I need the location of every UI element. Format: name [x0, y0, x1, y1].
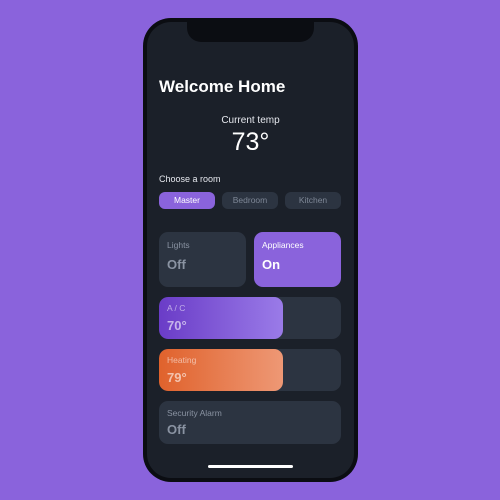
tab-master[interactable]: Master	[159, 192, 215, 209]
room-chooser-label: Choose a room	[159, 174, 221, 184]
lights-card[interactable]: Lights Off	[159, 232, 246, 287]
tab-bedroom[interactable]: Bedroom	[222, 192, 278, 209]
lights-status: Off	[167, 257, 186, 272]
security-alarm-card[interactable]: Security Alarm Off	[159, 401, 341, 444]
heating-card[interactable]: Heating 79°	[159, 349, 341, 391]
tab-kitchen[interactable]: Kitchen	[285, 192, 341, 209]
appliances-label: Appliances	[262, 240, 304, 250]
heating-temp-value: 79°	[167, 370, 187, 385]
home-indicator[interactable]	[208, 465, 293, 468]
appliances-status: On	[262, 257, 281, 272]
phone-screen: Welcome Home Current temp 73° Choose a r…	[147, 22, 354, 478]
phone-notch	[187, 22, 314, 42]
room-tabs: Master Bedroom Kitchen	[159, 192, 341, 209]
phone-frame: Welcome Home Current temp 73° Choose a r…	[143, 18, 358, 482]
ac-card[interactable]: A / C 70°	[159, 297, 341, 339]
lights-label: Lights	[167, 240, 190, 250]
heating-label: Heating	[167, 355, 197, 365]
ac-temp-value: 70°	[167, 318, 187, 333]
current-temp-label: Current temp	[221, 115, 280, 126]
security-alarm-status: Off	[167, 422, 186, 437]
page-title: Welcome Home	[159, 77, 286, 96]
current-temp-value: 73°	[231, 128, 270, 156]
appliances-card[interactable]: Appliances On	[254, 232, 341, 287]
security-alarm-label: Security Alarm	[167, 408, 222, 418]
ac-label: A / C	[167, 303, 186, 313]
